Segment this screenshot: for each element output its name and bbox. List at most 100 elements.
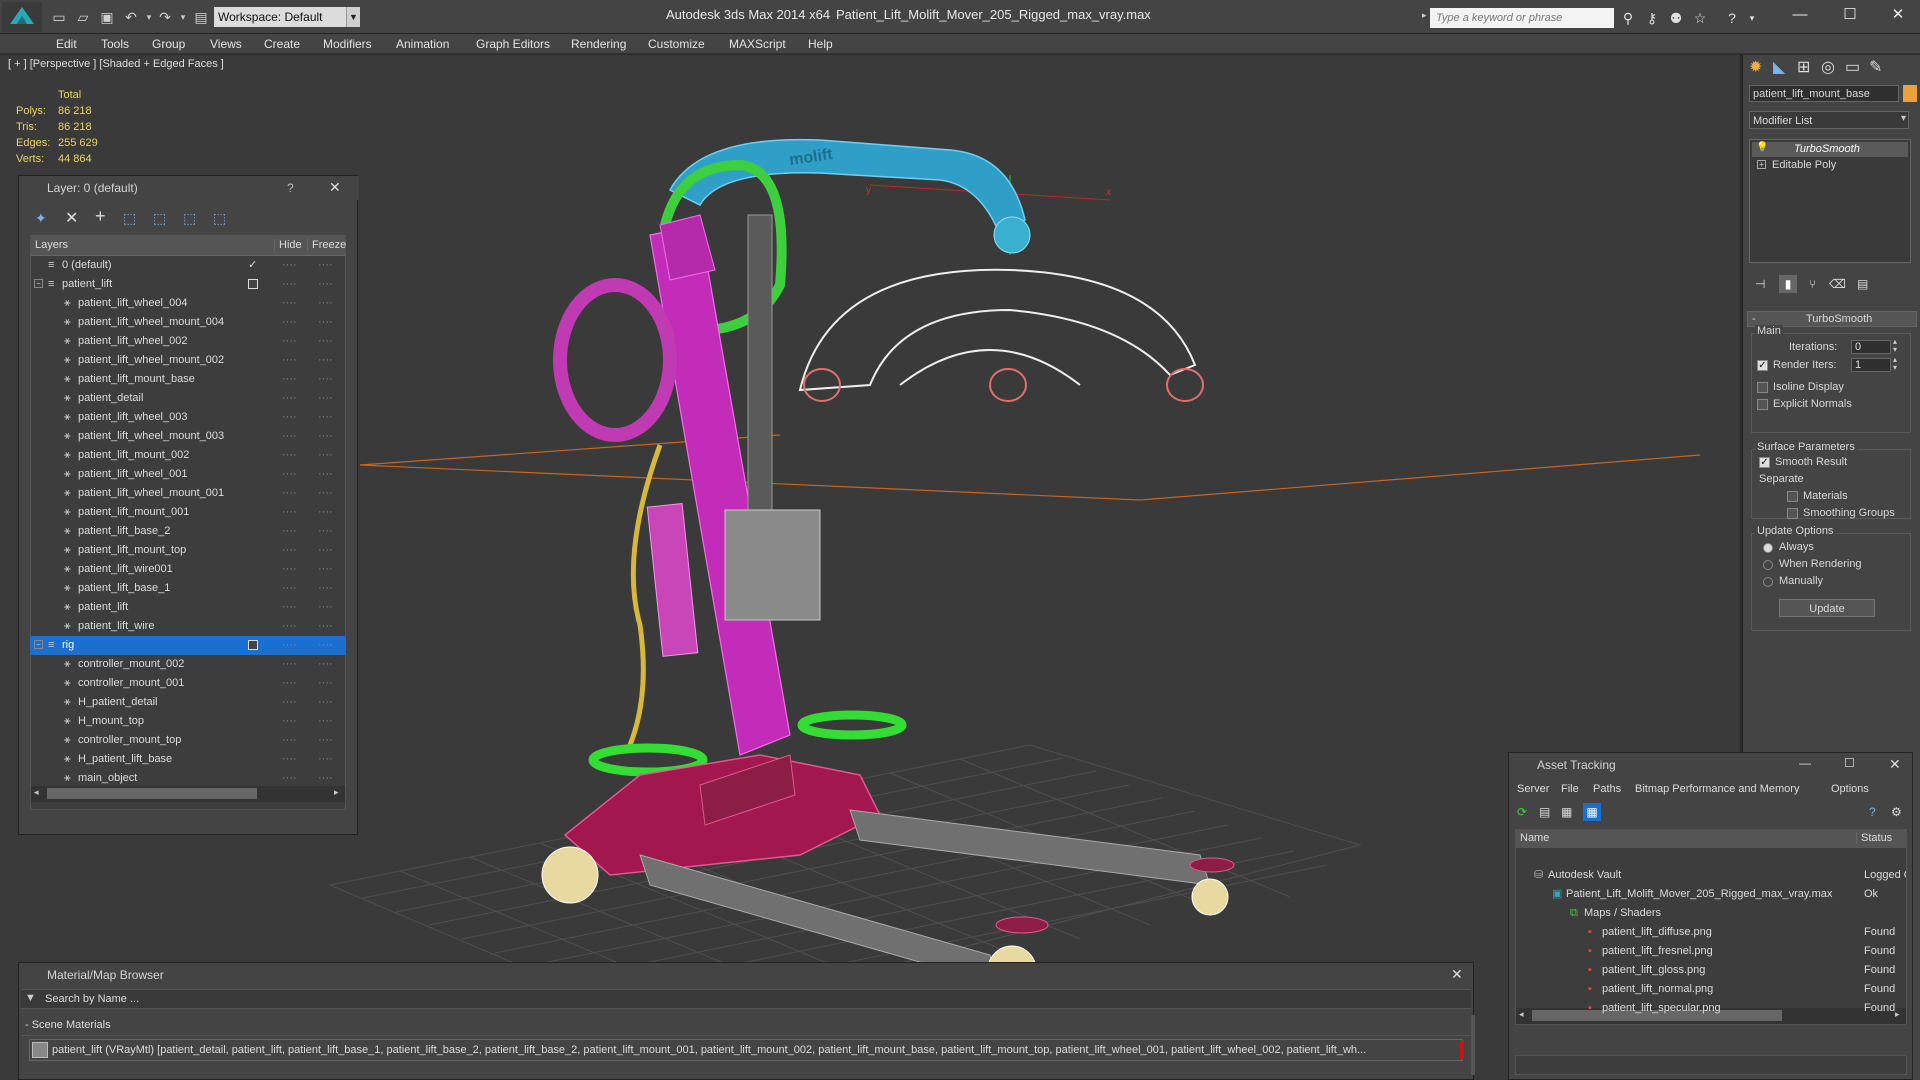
menu-tools[interactable]: Tools <box>101 34 129 54</box>
utilities-tab-icon[interactable]: ✎ <box>1869 57 1882 77</box>
asset-row[interactable]: ▪ patient_lift_specular.png Found <box>1516 999 1908 1018</box>
hide-toggle[interactable]: ···· <box>282 351 297 370</box>
asset-minimize-button[interactable]: — <box>1799 756 1811 770</box>
render-iters-checkbox[interactable] <box>1757 360 1768 371</box>
hide-toggle[interactable]: ···· <box>282 256 297 275</box>
pin-stack-icon[interactable]: ⊣ <box>1755 277 1765 291</box>
hide-toggle[interactable]: ···· <box>282 408 297 427</box>
freeze-toggle[interactable]: ···· <box>318 712 333 731</box>
freeze-toggle[interactable]: ···· <box>318 522 333 541</box>
freeze-toggle[interactable]: ···· <box>318 465 333 484</box>
open-folder-icon[interactable]: ▱ <box>74 8 92 26</box>
hide-toggle[interactable]: ···· <box>282 389 297 408</box>
object-name-field[interactable]: patient_lift_mount_base <box>1749 85 1899 102</box>
menu-views[interactable]: Views <box>210 34 242 54</box>
freeze-toggle[interactable]: ···· <box>318 674 333 693</box>
freeze-toggle[interactable]: ···· <box>318 560 333 579</box>
hide-toggle[interactable]: ···· <box>282 693 297 712</box>
freeze-toggle[interactable]: ···· <box>318 731 333 750</box>
hide-toggle[interactable]: ···· <box>282 446 297 465</box>
freeze-toggle[interactable]: ···· <box>318 503 333 522</box>
hide-toggle[interactable]: ···· <box>282 560 297 579</box>
layer-row[interactable]: − ≡ patient_lift ···· ···· <box>30 275 346 294</box>
current-layer-check-icon[interactable]: ✓ <box>248 256 257 275</box>
expand-toggle-icon[interactable]: − <box>34 640 43 649</box>
layer-row[interactable]: ⚹ patient_lift_wheel_mount_003 ···· ···· <box>30 427 346 446</box>
delete-layer-icon[interactable]: ✕ <box>65 208 78 228</box>
expand-toggle-icon[interactable]: − <box>34 279 43 288</box>
project-folder-icon[interactable]: ▤ <box>192 8 210 26</box>
hide-toggle[interactable]: ···· <box>282 465 297 484</box>
freeze-toggle[interactable]: ···· <box>318 769 333 788</box>
layer-row[interactable]: ⚹ controller_mount_top ···· ···· <box>30 731 346 750</box>
search-input[interactable]: Type a keyword or phrase <box>1430 8 1614 28</box>
layer-row[interactable]: ⚹ patient_lift ···· ···· <box>30 598 346 617</box>
layer-row[interactable]: ⚹ patient_lift_wheel_mount_002 ···· ···· <box>30 351 346 370</box>
layer-row[interactable]: − ≡ rig ···· ···· <box>30 636 346 655</box>
asset-settings-icon[interactable]: ⚙ <box>1891 805 1902 819</box>
hide-toggle[interactable]: ···· <box>282 579 297 598</box>
freeze-toggle[interactable]: ···· <box>318 408 333 427</box>
modifier-list-select[interactable]: Modifier List <box>1749 111 1909 129</box>
show-end-result-icon[interactable]: ▮ <box>1779 275 1797 293</box>
iterations-spinner[interactable]: 0 <box>1851 340 1891 354</box>
redo-dropdown-icon[interactable]: ▾ <box>174 8 192 26</box>
asset-row[interactable]: ⧉ Maps / Shaders <box>1516 904 1908 923</box>
freeze-toggle[interactable]: ···· <box>318 693 333 712</box>
freeze-toggle[interactable]: ···· <box>318 427 333 446</box>
layer-row[interactable]: ⚹ main_object ···· ···· <box>30 769 346 788</box>
freeze-toggle[interactable]: ···· <box>318 389 333 408</box>
menu-create[interactable]: Create <box>264 34 300 54</box>
material-row[interactable]: patient_lift (VRayMtl) [patient_detail, … <box>29 1039 1464 1061</box>
menu-maxscript[interactable]: MAXScript <box>729 34 786 54</box>
freeze-toggle[interactable]: ···· <box>318 294 333 313</box>
hide-toggle[interactable]: ···· <box>282 712 297 731</box>
asset-row[interactable]: ▪ patient_lift_gloss.png Found <box>1516 961 1908 980</box>
hide-toggle[interactable]: ···· <box>282 598 297 617</box>
minimize-button[interactable]: — <box>1780 2 1820 28</box>
star-icon[interactable]: ☆ <box>1690 8 1710 28</box>
hide-toggle[interactable]: ···· <box>282 275 297 294</box>
update-always-radio[interactable] <box>1763 543 1773 553</box>
layer-row[interactable]: ⚹ patient_lift_base_1 ···· ···· <box>30 579 346 598</box>
col-layers[interactable]: Layers <box>35 239 68 251</box>
object-color-swatch[interactable] <box>1903 85 1917 102</box>
list-view-icon[interactable]: ▤ <box>1539 805 1550 819</box>
layer-row[interactable]: ⚹ controller_mount_002 ···· ···· <box>30 655 346 674</box>
col-freeze[interactable]: Freeze <box>307 239 346 251</box>
layer-row[interactable]: ⚹ H_patient_detail ···· ···· <box>30 693 346 712</box>
asset-menu-bitmap[interactable]: Bitmap Performance and Memory <box>1635 783 1799 795</box>
freeze-toggle[interactable]: ···· <box>318 655 333 674</box>
layer-row[interactable]: ⚹ H_mount_top ···· ···· <box>30 712 346 731</box>
layer-row[interactable]: ⚹ patient_lift_mount_base ···· ···· <box>30 370 346 389</box>
freeze-all-icon[interactable]: ⬚ <box>213 210 226 227</box>
asset-row[interactable]: ▪ patient_lift_normal.png Found <box>1516 980 1908 999</box>
hide-toggle[interactable]: ···· <box>282 522 297 541</box>
render-iters-spin-arrows-icon[interactable]: ▴ ▾ <box>1893 356 1897 372</box>
freeze-toggle[interactable]: ···· <box>318 579 333 598</box>
hide-toggle[interactable]: ···· <box>282 294 297 313</box>
explicit-normals-checkbox[interactable] <box>1757 399 1768 410</box>
isoline-display-checkbox[interactable] <box>1757 382 1768 393</box>
mat-search-input[interactable]: Search by Name ... <box>45 993 139 1005</box>
freeze-toggle[interactable]: ···· <box>318 256 333 275</box>
hide-toggle[interactable]: ···· <box>282 484 297 503</box>
search-expand-icon[interactable]: ▸ <box>1422 10 1428 24</box>
hide-toggle[interactable]: ···· <box>282 503 297 522</box>
asset-col-status[interactable]: Status <box>1856 832 1892 844</box>
asset-menu-file[interactable]: File <box>1561 783 1579 795</box>
configure-sets-icon[interactable]: ▤ <box>1857 277 1868 291</box>
layer-close-icon[interactable]: ✕ <box>329 179 341 196</box>
layer-row[interactable]: ⚹ patient_lift_wheel_mount_004 ···· ···· <box>30 313 346 332</box>
asset-menu-options[interactable]: Options <box>1831 783 1869 795</box>
maximize-button[interactable]: ☐ <box>1830 2 1870 28</box>
mat-close-button[interactable]: ✕ <box>1451 966 1463 983</box>
stack-item-turbosmooth[interactable]: 💡 TurboSmooth <box>1752 142 1908 157</box>
asset-menu-paths[interactable]: Paths <box>1593 783 1621 795</box>
mat-options-icon[interactable]: ▼ <box>25 992 36 1004</box>
layer-row[interactable]: ≡ 0 (default) ✓ ···· ···· <box>30 256 346 275</box>
layer-row[interactable]: ⚹ patient_lift_mount_top ···· ···· <box>30 541 346 560</box>
hide-toggle[interactable]: ···· <box>282 655 297 674</box>
hide-all-icon[interactable]: ⬚ <box>183 210 196 227</box>
layer-row[interactable]: ⚹ patient_lift_wire001 ···· ···· <box>30 560 346 579</box>
